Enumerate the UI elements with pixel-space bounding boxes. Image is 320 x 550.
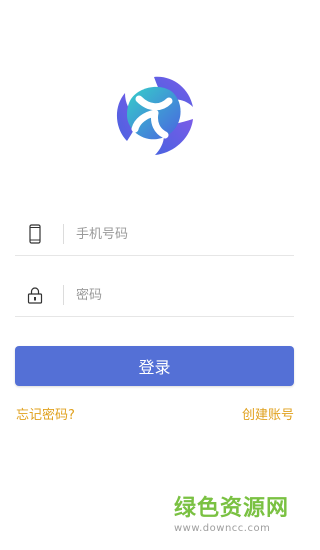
phone-input[interactable] bbox=[76, 226, 276, 242]
watermark-brand: 绿色资源网 bbox=[174, 496, 290, 521]
password-input[interactable] bbox=[76, 287, 276, 303]
phone-field[interactable] bbox=[15, 213, 294, 256]
password-field[interactable] bbox=[15, 274, 294, 317]
create-account-link[interactable]: 创建账号 bbox=[242, 404, 294, 423]
watermark: 绿色资源网 www.downcc.com bbox=[174, 496, 289, 534]
field-divider bbox=[63, 285, 64, 305]
login-button[interactable]: 登录 bbox=[15, 346, 294, 386]
field-divider bbox=[63, 224, 64, 244]
watermark-url: www.downcc.com bbox=[174, 523, 271, 534]
lock-icon bbox=[15, 274, 55, 316]
app-logo-icon bbox=[116, 76, 193, 155]
forgot-password-link[interactable]: 忘记密码? bbox=[16, 404, 75, 423]
phone-icon bbox=[15, 213, 55, 255]
